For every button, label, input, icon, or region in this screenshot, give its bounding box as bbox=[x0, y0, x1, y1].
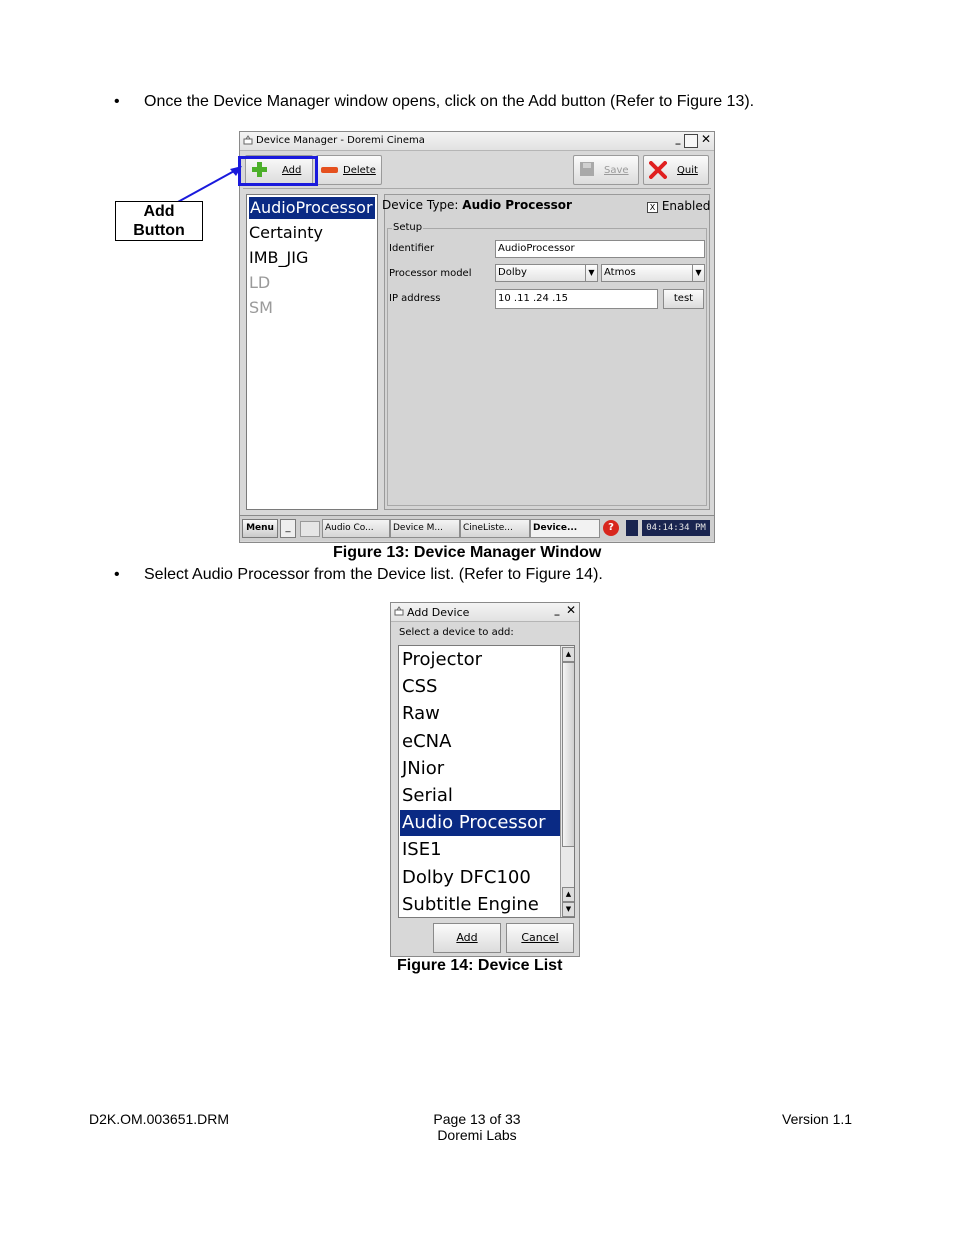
device-type-list-item[interactable]: CSS bbox=[400, 674, 560, 700]
scroll-thumb[interactable] bbox=[562, 662, 574, 847]
scroll-up-arrow-icon[interactable]: ▲ bbox=[562, 887, 574, 902]
device-list[interactable]: AudioProcessor Certainty IMB_JIG LD SM bbox=[246, 194, 378, 510]
device-list-item[interactable]: AudioProcessor bbox=[249, 197, 375, 219]
device-type-list-item[interactable]: Projector bbox=[400, 647, 560, 673]
add-device-dialog: Add Device _ ✕ Select a device to add: P… bbox=[390, 602, 580, 957]
maximize-button[interactable] bbox=[684, 134, 698, 148]
quit-x-icon bbox=[649, 161, 667, 179]
device-list-item[interactable]: IMB_JIG bbox=[249, 247, 308, 269]
bullet-marker: • bbox=[114, 93, 120, 110]
close-button[interactable]: ✕ bbox=[565, 604, 577, 617]
device-manager-window: Device Manager - Doremi Cinema _ ✕ Add D… bbox=[239, 131, 715, 543]
bullet-marker: • bbox=[114, 566, 120, 583]
processor-model-select[interactable]: Atmos ▼ bbox=[601, 264, 705, 282]
tray-icon bbox=[626, 520, 638, 536]
instruction-text: Once the Device Manager window opens, cl… bbox=[144, 93, 755, 110]
processor-model-value: Atmos bbox=[604, 267, 636, 278]
add-button-highlight bbox=[238, 156, 318, 186]
minimize-button[interactable]: _ bbox=[672, 134, 684, 146]
enabled-label: Enabled bbox=[661, 199, 711, 213]
enabled-checkbox[interactable]: X bbox=[647, 202, 658, 213]
device-type-list-item[interactable]: Audio Processor bbox=[400, 810, 560, 837]
callout-line-1: Add bbox=[143, 203, 175, 220]
footer-version: Version 1.1 bbox=[782, 1111, 853, 1127]
callout-line-2: Button bbox=[133, 222, 185, 239]
delete-button[interactable]: Delete bbox=[316, 155, 382, 185]
identifier-field[interactable]: AudioProcessor bbox=[495, 240, 705, 258]
figure-13-caption: Figure 13: Device Manager Window bbox=[333, 544, 602, 561]
processor-brand-select[interactable]: Dolby ▼ bbox=[495, 264, 598, 282]
figure-14-caption: Figure 14: Device List bbox=[397, 957, 563, 974]
enabled-toggle[interactable]: X Enabled bbox=[647, 199, 710, 213]
device-details-panel: Device Type: Audio Processor X Enabled S… bbox=[382, 194, 710, 510]
dialog-cancel-button[interactable]: Cancel bbox=[506, 923, 574, 953]
device-type-value: Audio Processor bbox=[462, 198, 572, 212]
device-manager-titlebar: Device Manager - Doremi Cinema _ ✕ bbox=[240, 132, 714, 151]
start-menu-button[interactable]: Menu bbox=[242, 519, 278, 538]
save-button-label: Save bbox=[604, 165, 629, 176]
chevron-down-icon: ▼ bbox=[585, 265, 597, 281]
select-device-prompt: Select a device to add: bbox=[399, 627, 514, 638]
notification-icon[interactable]: ? bbox=[603, 520, 619, 536]
add-button-callout: Add Button bbox=[115, 201, 203, 241]
instruction-text: Select Audio Processor from the Device l… bbox=[144, 566, 603, 583]
taskbar-clock: 04:14:34 PM bbox=[642, 520, 710, 536]
device-type-list[interactable]: Projector CSS Raw eCNA JNior Serial Audio Proc… bbox=[398, 645, 575, 918]
device-type-heading: Device Type: Audio Processor bbox=[382, 198, 572, 212]
device-list-item[interactable]: LD bbox=[249, 272, 270, 294]
ip-address-field[interactable]: 10 .11 .24 .15 bbox=[495, 289, 658, 309]
quit-button-label: Quit bbox=[677, 165, 698, 176]
device-type-prefix: Device Type: bbox=[382, 198, 459, 212]
disk-icon bbox=[580, 162, 594, 176]
window-title: Device Manager - Doremi Cinema bbox=[256, 135, 425, 146]
device-type-list-item[interactable]: JNior bbox=[400, 756, 560, 782]
taskbar-item-1[interactable]: Audio Co... bbox=[322, 519, 390, 538]
test-button[interactable]: test bbox=[663, 289, 704, 309]
setup-group-label: Setup bbox=[392, 222, 424, 233]
dialog-title: Add Device bbox=[407, 606, 470, 619]
scroll-up-arrow-icon[interactable]: ▲ bbox=[562, 647, 574, 662]
terminal-launcher-icon[interactable] bbox=[300, 521, 320, 537]
processor-model-label: Processor model bbox=[389, 268, 472, 279]
scroll-down-arrow-icon[interactable]: ▼ bbox=[562, 902, 574, 917]
app-icon bbox=[394, 606, 404, 616]
ip-address-label: IP address bbox=[389, 293, 441, 304]
chevron-down-icon: ▼ bbox=[692, 265, 704, 281]
taskbar-item-2[interactable]: Device M... bbox=[390, 519, 460, 538]
device-list-item[interactable]: SM bbox=[249, 297, 273, 319]
app-icon bbox=[243, 135, 253, 145]
show-desktop-button[interactable]: _ bbox=[280, 519, 296, 538]
close-button[interactable]: ✕ bbox=[700, 133, 712, 146]
list-scrollbar[interactable]: ▲ ▲ ▼ bbox=[560, 646, 574, 917]
device-type-list-item[interactable]: Serial bbox=[400, 783, 560, 809]
toolbar-divider bbox=[243, 188, 711, 189]
identifier-label: Identifier bbox=[389, 243, 435, 254]
add-device-titlebar: Add Device _ ✕ bbox=[391, 603, 579, 622]
taskbar-item-3[interactable]: CineListe... bbox=[460, 519, 530, 538]
device-type-list-item[interactable]: ISE1 bbox=[400, 837, 560, 863]
device-list-item[interactable]: Certainty bbox=[249, 222, 323, 244]
device-type-list-item[interactable]: eCNA bbox=[400, 729, 560, 755]
device-type-list-item[interactable]: Subtitle Engine bbox=[400, 892, 560, 917]
device-type-list-item[interactable]: Raw bbox=[400, 701, 560, 727]
taskbar-item-4-active[interactable]: Device... bbox=[530, 519, 600, 538]
quit-button[interactable]: Quit bbox=[643, 155, 709, 185]
minimize-button[interactable]: _ bbox=[551, 605, 563, 617]
delete-button-label: Delete bbox=[343, 165, 376, 176]
minus-icon bbox=[321, 167, 338, 173]
device-type-list-item[interactable]: Dolby DFC100 bbox=[400, 865, 560, 891]
dialog-add-button[interactable]: Add bbox=[433, 923, 501, 953]
processor-brand-value: Dolby bbox=[498, 267, 527, 278]
taskbar: Menu _ Audio Co... Device M... CineListe… bbox=[240, 515, 714, 541]
save-button[interactable]: Save bbox=[573, 155, 639, 185]
footer-company: Doremi Labs bbox=[437, 1127, 517, 1143]
